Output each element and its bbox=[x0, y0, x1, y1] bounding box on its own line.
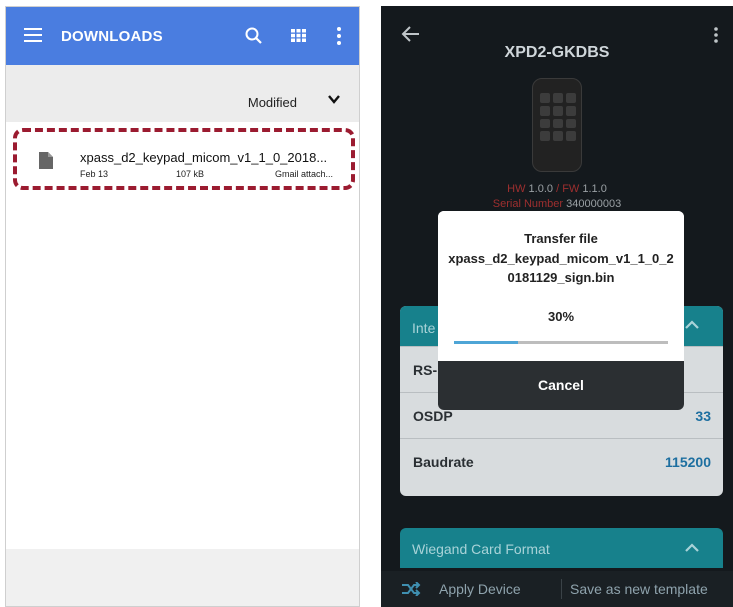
file-list-item[interactable]: xpass_d2_keypad_micom_v1_1_0_2018... Feb… bbox=[13, 128, 355, 190]
row-key: OSDP bbox=[413, 408, 453, 424]
bottom-action-bar: Apply Device Save as new template bbox=[381, 571, 733, 607]
transfer-dialog: Transfer file xpass_d2_keypad_micom_v1_1… bbox=[438, 211, 684, 410]
search-icon[interactable] bbox=[244, 26, 264, 46]
fw-label: FW bbox=[562, 183, 580, 195]
hw-label: HW bbox=[507, 183, 526, 195]
more-vert-icon[interactable] bbox=[713, 26, 719, 44]
device-config-screen: XPD2-GKDBS HW 1.0.0 / FW 1.1.0 Serial Nu… bbox=[381, 6, 733, 607]
app-bar: DOWNLOADS bbox=[6, 7, 359, 65]
file-source: Gmail attach... bbox=[275, 169, 334, 179]
progress-percent: 30% bbox=[547, 309, 575, 324]
cancel-label: Cancel bbox=[538, 377, 584, 393]
grid-view-icon[interactable] bbox=[291, 29, 306, 42]
dialog-title: Transfer file bbox=[524, 231, 598, 246]
shuffle-icon bbox=[402, 582, 421, 596]
interface-label: Inte bbox=[412, 320, 436, 336]
bottom-bar bbox=[6, 549, 359, 606]
device-title: XPD2-GKDBS bbox=[504, 44, 610, 61]
baudrate-row[interactable]: Baudrate 115200 bbox=[400, 438, 723, 484]
file-icon bbox=[39, 152, 53, 169]
fw-value: 1.1.0 bbox=[582, 183, 607, 195]
file-size: 107 kB bbox=[176, 169, 205, 179]
serial-number: Serial Number 340000003 bbox=[381, 198, 733, 210]
save-template-button[interactable]: Save as new template bbox=[570, 581, 708, 597]
row-key: Baudrate bbox=[413, 454, 474, 470]
firmware-version: HW 1.0.0 / FW 1.1.0 bbox=[381, 183, 733, 195]
divider bbox=[561, 579, 562, 599]
sort-bar: Modified bbox=[6, 65, 359, 122]
sort-label[interactable]: Modified bbox=[248, 95, 297, 110]
progress-fill bbox=[454, 341, 519, 344]
apply-device-button[interactable]: Apply Device bbox=[439, 581, 521, 597]
chevron-up-icon[interactable] bbox=[685, 320, 699, 330]
back-arrow-icon[interactable] bbox=[401, 26, 421, 42]
menu-icon[interactable] bbox=[24, 28, 42, 42]
serial-label: Serial Number bbox=[492, 198, 564, 210]
serial-value: 340000003 bbox=[566, 198, 622, 210]
dialog-filename: xpass_d2_keypad_micom_v1_1_0_20181129_si… bbox=[448, 251, 674, 285]
more-vert-icon[interactable] bbox=[336, 26, 342, 46]
fw-separator: / bbox=[553, 183, 563, 195]
row-value: 115200 bbox=[665, 454, 711, 470]
chevron-down-icon[interactable] bbox=[327, 92, 341, 106]
app-title: DOWNLOADS bbox=[61, 28, 163, 45]
wiegand-label: Wiegand Card Format bbox=[412, 541, 550, 557]
dialog-body: Transfer file xpass_d2_keypad_micom_v1_1… bbox=[438, 211, 684, 361]
chevron-up-icon[interactable] bbox=[685, 543, 699, 553]
cancel-button[interactable]: Cancel bbox=[438, 361, 684, 410]
wiegand-section-header[interactable]: Wiegand Card Format bbox=[400, 528, 723, 568]
row-value: 33 bbox=[695, 408, 711, 424]
file-picker-screen: DOWNLOADS Modified xpass_d2_keypad_micom… bbox=[5, 6, 360, 607]
row-key: RS- bbox=[413, 362, 438, 378]
file-name: xpass_d2_keypad_micom_v1_1_0_2018... bbox=[80, 150, 328, 165]
progress-bar bbox=[454, 341, 668, 344]
file-date: Feb 13 bbox=[80, 169, 109, 179]
device-image bbox=[532, 78, 582, 172]
hw-value: 1.0.0 bbox=[528, 183, 554, 195]
